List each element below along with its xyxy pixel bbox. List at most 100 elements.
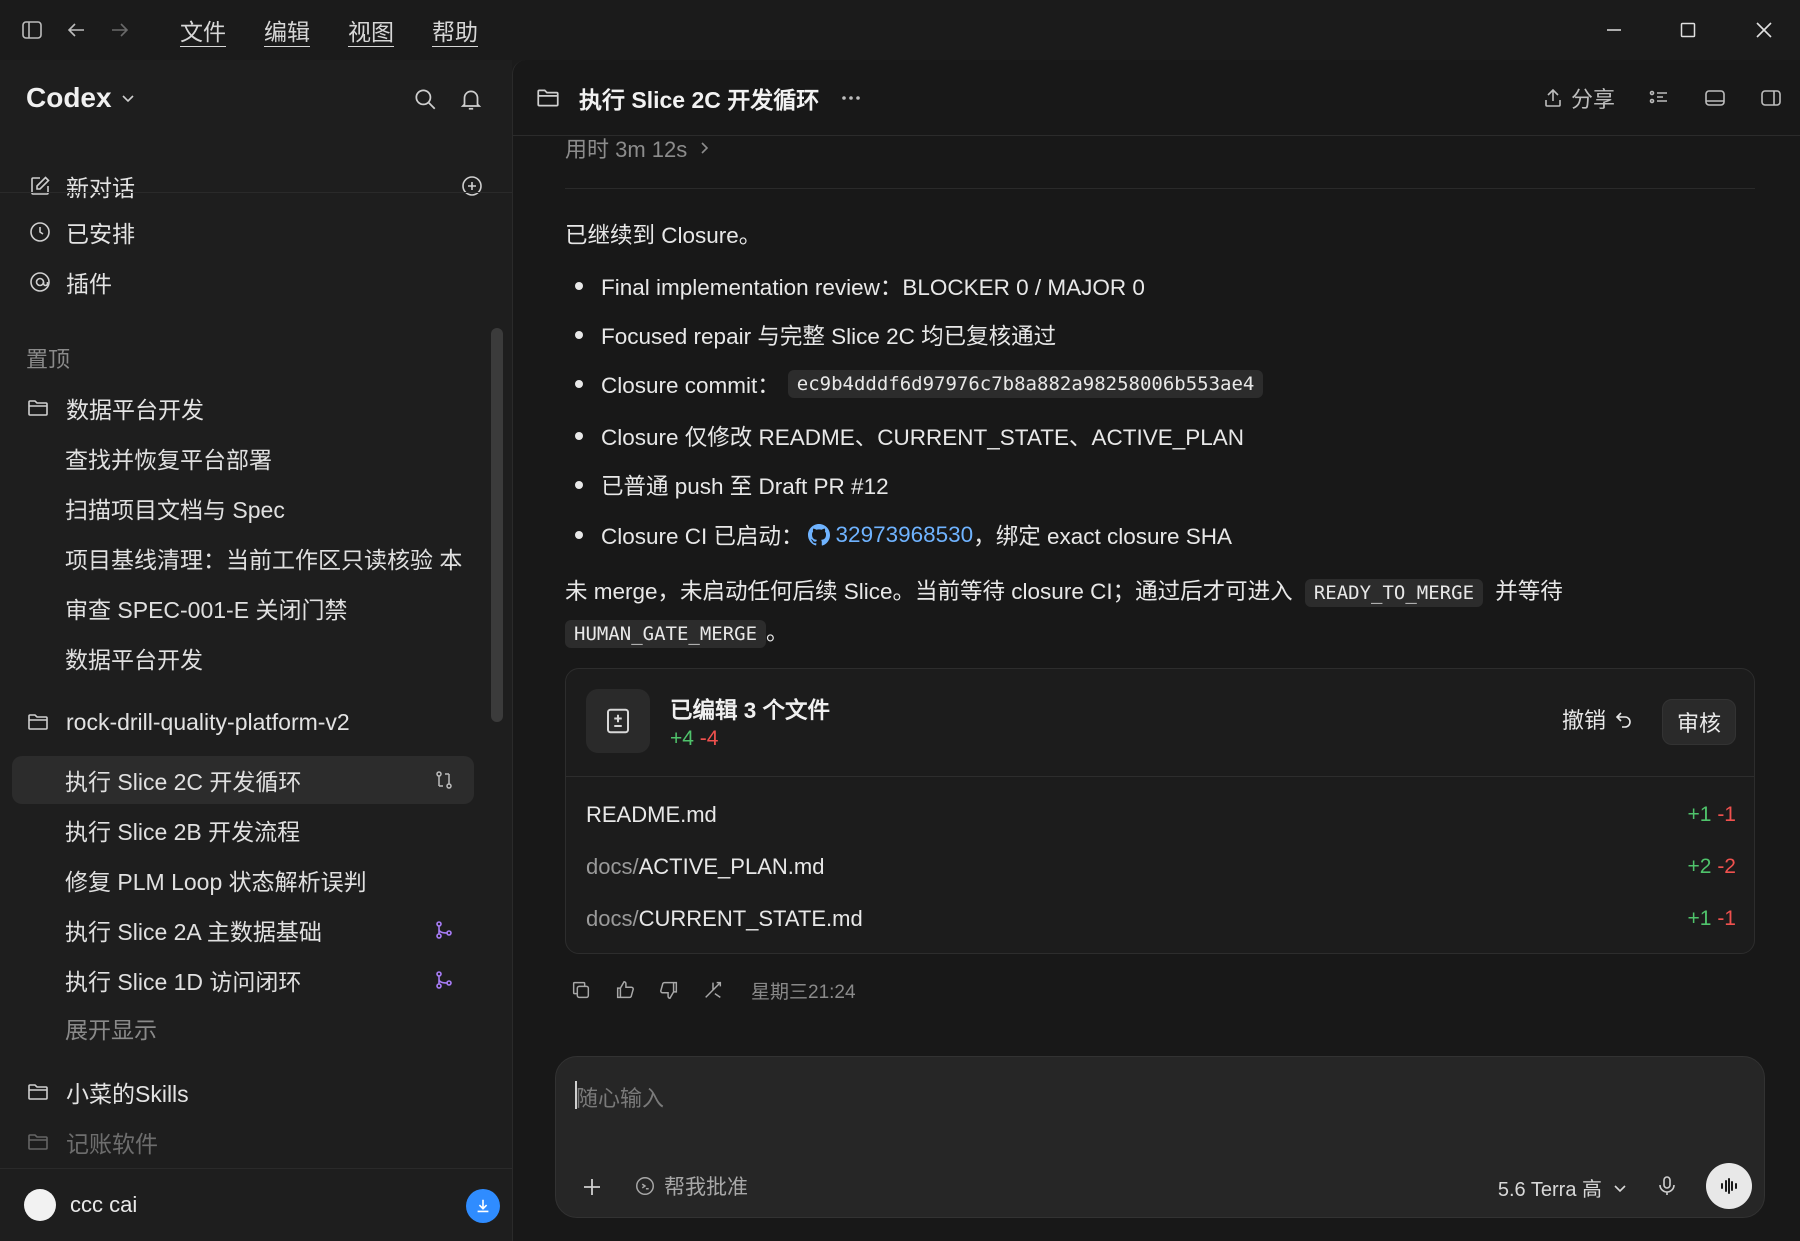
file-additions: +1 [1687, 803, 1712, 826]
terminal-panel-icon[interactable] [1695, 78, 1735, 118]
file-row[interactable]: docs/CURRENT_STATE.md +1 -1 [586, 899, 1736, 939]
app-title: Codex [26, 82, 112, 113]
commit-hash: ec9b4dddf6d97976c7b8a882a98258006b553ae4 [787, 370, 1264, 398]
share-icon [1541, 86, 1565, 110]
summary-part: 未 merge，未启动任何后续 Slice。当前等待 closure CI；通过… [565, 579, 1293, 604]
summary-part: 并等待 [1495, 579, 1563, 604]
thread-item[interactable]: 修复 PLM Loop 状态解析误判 [12, 856, 474, 904]
sidebar-scrollbar[interactable] [491, 328, 503, 722]
shield-icon [632, 1173, 658, 1199]
bullet-text: Closure 仅修改 README、CURRENT_STATE、ACTIVE_… [601, 425, 1245, 450]
search-icon[interactable] [412, 86, 438, 112]
bullet-text: Closure CI 已启动： [601, 524, 804, 549]
project-folder[interactable]: 小菜的Skills [0, 1068, 512, 1116]
git-compare-icon [432, 768, 456, 792]
approval-mode-button[interactable]: 帮我批准 [632, 1171, 748, 1201]
sidebar-item-plugins[interactable]: 插件 [0, 258, 512, 306]
composer: 随心输入 帮我批准 5.6 Terra 高 [555, 1056, 1765, 1218]
minimize-icon[interactable] [1592, 8, 1636, 52]
app-switcher[interactable]: Codex [26, 82, 136, 114]
duration-label: 用时 3m 12s [565, 137, 688, 162]
pinned-section-label: 置顶 [26, 347, 71, 372]
sidebar-toggle-icon[interactable] [10, 8, 54, 52]
forward-arrow-icon[interactable] [98, 8, 142, 52]
branch-icon [432, 968, 456, 992]
thread-item[interactable]: 查找并恢复平台部署 [12, 434, 474, 482]
thread-item[interactable]: 执行 Slice 2B 开发流程 [12, 806, 474, 854]
duration-toggle[interactable]: 用时 3m 12s [565, 132, 711, 164]
edited-files-title: 已编辑 3 个文件 [670, 698, 831, 723]
bullet-text: 已普通 push 至 Draft PR #12 [601, 474, 889, 499]
model-selector[interactable]: 5.6 Terra 高 [1498, 1173, 1628, 1202]
share-button[interactable]: 分享 [1541, 82, 1615, 114]
intro-text: 已继续到 Closure。 [565, 223, 762, 248]
thread-item[interactable]: 项目基线清理：当前工作区只读核验 本 [12, 534, 474, 582]
bell-icon[interactable] [458, 86, 484, 112]
bullet-item: Focused repair 与完整 Slice 2C 均已复核通过 [575, 319, 1056, 351]
bullet-item: 已普通 push 至 Draft PR #12 [575, 469, 889, 501]
download-icon[interactable] [466, 1189, 500, 1223]
thread-title: 执行 Slice 2A 主数据基础 [65, 919, 322, 945]
plus-icon[interactable] [576, 1171, 608, 1203]
conversation-header: 执行 Slice 2C 开发循环 分享 [513, 60, 1800, 136]
main-panel: 执行 Slice 2C 开发循环 分享 用时 3m 12s 已继续到 Closu… [512, 60, 1800, 1241]
menu-view[interactable]: 视图 [348, 13, 394, 47]
file-row[interactable]: docs/ACTIVE_PLAN.md +2 -2 [586, 847, 1736, 887]
menu-help[interactable]: 帮助 [432, 13, 478, 47]
header-actions: 分享 [1541, 78, 1791, 118]
add-circle-icon[interactable] [458, 172, 486, 200]
menu-edit[interactable]: 编辑 [264, 13, 310, 47]
project-folder[interactable]: rock-drill-quality-platform-v2 [0, 698, 512, 746]
thread-item-active[interactable]: 执行 Slice 2C 开发循环 [12, 756, 474, 804]
folder-icon [24, 708, 52, 736]
chevron-right-icon [697, 141, 711, 155]
menu-file[interactable]: 文件 [180, 13, 226, 47]
conversation-title: 执行 Slice 2C 开发循环 [579, 86, 820, 113]
list-icon[interactable] [1639, 78, 1679, 118]
thread-item[interactable]: 数据平台开发 [12, 634, 474, 682]
microphone-icon[interactable] [1652, 1171, 1682, 1201]
ci-run-link[interactable]: 32973968530 [836, 522, 974, 548]
side-panel-icon[interactable] [1751, 78, 1791, 118]
copy-icon[interactable] [565, 974, 597, 1006]
thread-item[interactable]: 扫描项目文档与 Spec [12, 484, 474, 532]
thread-title: 执行 Slice 2C 开发循环 [65, 769, 302, 795]
summary-text: 未 merge，未启动任何后续 Slice。当前等待 closure CI；通过… [565, 572, 1755, 654]
undo-button[interactable]: 撤销 [1562, 703, 1634, 735]
sidebar-item-scheduled[interactable]: 已安排 [0, 208, 512, 256]
project-folder[interactable]: 记账软件 [0, 1118, 512, 1166]
new-chat-label: 新对话 [66, 175, 135, 201]
message-timestamp: 星期三21:24 [751, 981, 856, 1003]
thumbs-up-icon[interactable] [609, 974, 641, 1006]
clock-icon [26, 218, 54, 246]
thread-item[interactable]: 执行 Slice 2A 主数据基础 [12, 906, 474, 954]
file-additions: +2 [1687, 855, 1712, 878]
plugin-icon [26, 268, 54, 296]
deletions-count: -4 [699, 727, 719, 750]
file-row[interactable]: README.md +1 -1 [586, 795, 1736, 835]
edited-files-card: 已编辑 3 个文件 +4 -4 撤销 审核 README.md +1 -1 do… [565, 668, 1755, 954]
thread-item[interactable]: 审查 SPEC-001-E 关闭门禁 [12, 584, 474, 632]
thumbs-down-icon[interactable] [653, 974, 685, 1006]
thread-item[interactable]: 执行 Slice 1D 访问闭环 [12, 956, 474, 1004]
more-icon[interactable] [839, 86, 863, 110]
bullet-item: Closure 仅修改 README、CURRENT_STATE、ACTIVE_… [575, 420, 1244, 452]
file-dir: docs/ [586, 906, 639, 931]
thread-title: 执行 Slice 1D 访问闭环 [65, 969, 302, 995]
user-profile[interactable]: ccc cai [0, 1168, 512, 1241]
review-button[interactable]: 审核 [1662, 699, 1736, 745]
title-bar: 文件 编辑 视图 帮助 [0, 0, 1800, 60]
fork-icon[interactable] [697, 974, 729, 1006]
new-chat-button[interactable]: 新对话 [0, 162, 512, 210]
bullet-text: ，绑定 exact closure SHA [973, 524, 1233, 549]
show-more-link[interactable]: 展开显示 [12, 1004, 474, 1052]
project-folder[interactable]: 数据平台开发 [0, 384, 512, 432]
maximize-icon[interactable] [1666, 8, 1710, 52]
voice-mode-icon[interactable] [1706, 1163, 1752, 1209]
back-arrow-icon[interactable] [54, 8, 98, 52]
folder-icon [24, 1078, 52, 1106]
folder-icon [24, 394, 52, 422]
bullet-item: Final implementation review：BLOCKER 0 / … [575, 270, 1145, 302]
close-icon[interactable] [1742, 8, 1786, 52]
composer-input[interactable]: 随心输入 [576, 1081, 664, 1113]
